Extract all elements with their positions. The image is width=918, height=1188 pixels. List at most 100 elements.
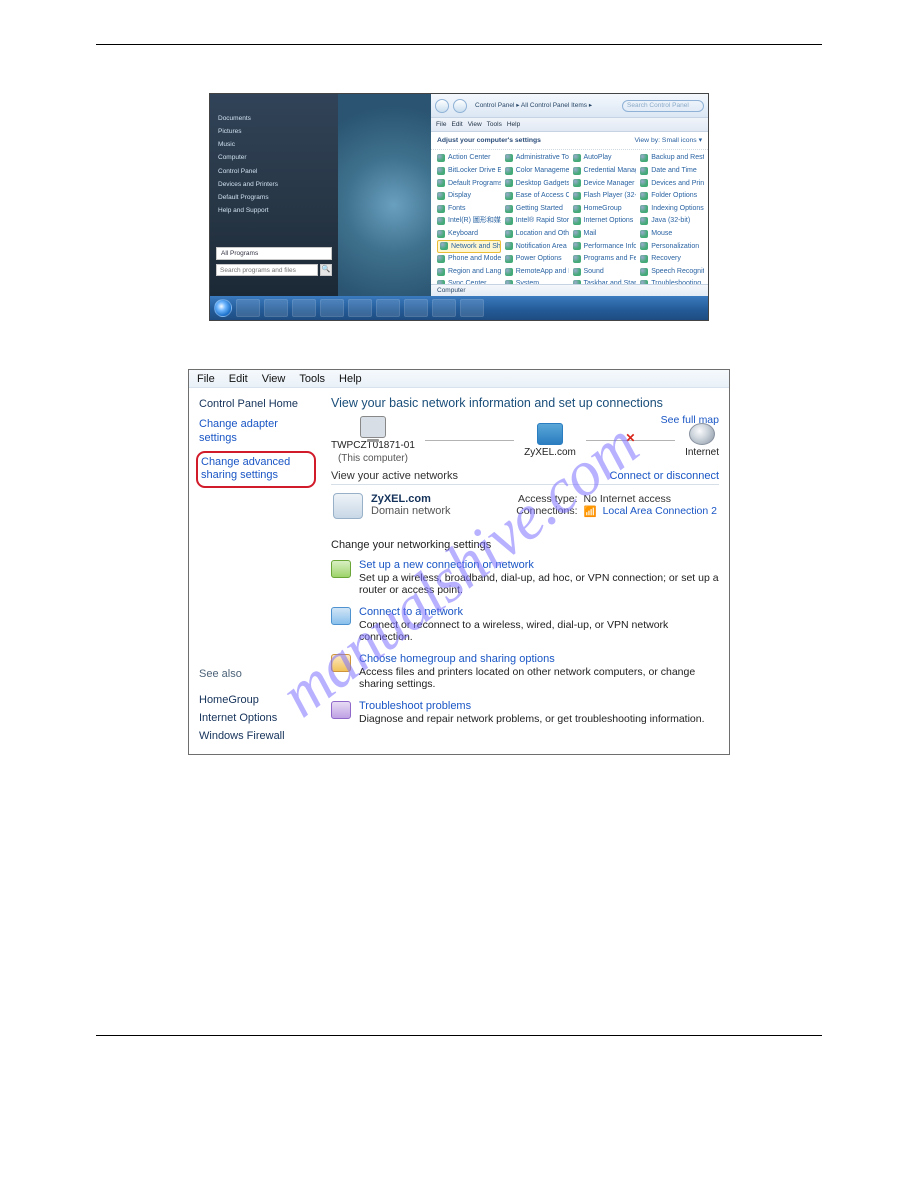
see-also-internet-options[interactable]: Internet Options	[199, 712, 313, 724]
control-panel-item[interactable]: Administrative Tools	[505, 152, 569, 165]
see-also-homegroup[interactable]: HomeGroup	[199, 694, 313, 706]
control-panel-item[interactable]: Desktop Gadgets	[505, 177, 569, 190]
cp-item-icon	[573, 268, 581, 276]
control-panel-home-link[interactable]: Control Panel Home	[199, 398, 313, 410]
networking-option-item[interactable]: Set up a new connection or networkSet up…	[331, 559, 719, 596]
control-panel-item[interactable]: Intel® Rapid Storage Technology	[505, 215, 569, 228]
taskbar-pin[interactable]	[236, 299, 260, 317]
control-panel-item[interactable]: Network and Sharing Center	[437, 240, 501, 253]
taskbar-pin[interactable]	[320, 299, 344, 317]
start-menu-item[interactable]: Devices and Printers	[216, 178, 332, 191]
see-also-windows-firewall[interactable]: Windows Firewall	[199, 730, 313, 742]
menu-item[interactable]: View	[262, 373, 286, 385]
cp-item-label: Internet Options	[584, 217, 634, 225]
menu-item[interactable]: Edit	[451, 121, 462, 128]
see-full-map-link[interactable]: See full map	[661, 414, 719, 426]
window-search-input[interactable]: Search Control Panel	[622, 100, 704, 112]
start-orb-icon[interactable]	[214, 299, 232, 317]
control-panel-item[interactable]: Speech Recognition	[640, 265, 704, 278]
menu-bar[interactable]: File Edit View Tools Help	[189, 370, 729, 388]
cp-item-label: Fonts	[448, 205, 466, 213]
menu-item[interactable]: Tools	[487, 121, 502, 128]
cp-item-label: Color Management	[516, 167, 569, 175]
start-menu-item[interactable]: Control Panel	[216, 165, 332, 178]
control-panel-item[interactable]: Phone and Modem	[437, 253, 501, 266]
control-panel-item[interactable]: Backup and Restore	[640, 152, 704, 165]
control-panel-item[interactable]: Programs and Features	[573, 253, 637, 266]
menu-item[interactable]: Edit	[229, 373, 248, 385]
menu-item[interactable]: Help	[507, 121, 520, 128]
networking-option-item[interactable]: Choose homegroup and sharing optionsAcce…	[331, 653, 719, 690]
connection-link[interactable]: Local Area Connection 2	[603, 505, 717, 518]
breadcrumb[interactable]: Control Panel ▸ All Control Panel Items …	[471, 102, 618, 109]
taskbar-pin[interactable]	[348, 299, 372, 317]
start-menu-item[interactable]: Documents	[216, 112, 332, 125]
control-panel-item[interactable]: Location and Other Sensors	[505, 228, 569, 241]
view-by-dropdown[interactable]: View by: Small icons ▾	[634, 137, 702, 144]
change-adapter-settings-link[interactable]: Change adapter settings	[199, 418, 313, 446]
control-panel-item[interactable]: Flash Player (32-bit)	[573, 190, 637, 203]
control-panel-item[interactable]: Getting Started	[505, 202, 569, 215]
control-panel-item[interactable]: Ease of Access Center	[505, 190, 569, 203]
taskbar-pin[interactable]	[376, 299, 400, 317]
cp-item-label: RemoteApp and Desktop Connections	[516, 268, 569, 276]
nav-forward-button[interactable]	[453, 99, 467, 113]
cp-item-icon	[505, 154, 513, 162]
control-panel-item[interactable]: Fonts	[437, 202, 501, 215]
control-panel-item[interactable]: Notification Area Icons	[505, 240, 569, 253]
control-panel-item[interactable]: Indexing Options	[640, 202, 704, 215]
control-panel-item[interactable]: Personalization	[640, 240, 704, 253]
control-panel-item[interactable]: Credential Manager	[573, 165, 637, 178]
menu-item[interactable]: File	[197, 373, 215, 385]
control-panel-item[interactable]: Power Options	[505, 253, 569, 266]
menu-item[interactable]: Help	[339, 373, 362, 385]
control-panel-item[interactable]: Mail	[573, 228, 637, 241]
control-panel-item[interactable]: RemoteApp and Desktop Connections	[505, 265, 569, 278]
control-panel-item[interactable]: Recovery	[640, 253, 704, 266]
start-menu-item[interactable]: Help and Support	[216, 204, 332, 217]
connect-disconnect-link[interactable]: Connect or disconnect	[610, 470, 719, 482]
start-menu-item[interactable]: Music	[216, 138, 332, 151]
control-panel-item[interactable]: Folder Options	[640, 190, 704, 203]
cp-item-label: Backup and Restore	[651, 154, 704, 162]
control-panel-item[interactable]: HomeGroup	[573, 202, 637, 215]
taskbar-pin[interactable]	[460, 299, 484, 317]
menu-item[interactable]: File	[436, 121, 446, 128]
control-panel-item[interactable]: AutoPlay	[573, 152, 637, 165]
control-panel-item[interactable]: Default Programs	[437, 177, 501, 190]
networking-option-item[interactable]: Troubleshoot problemsDiagnose and repair…	[331, 700, 719, 725]
start-menu-item[interactable]: Pictures	[216, 125, 332, 138]
control-panel-item[interactable]: Display	[437, 190, 501, 203]
start-menu-item[interactable]: Default Programs	[216, 191, 332, 204]
control-panel-window: Control Panel ▸ All Control Panel Items …	[431, 94, 708, 296]
control-panel-item[interactable]: Intel(R) 圖形和媒體	[437, 215, 501, 228]
networking-option-item[interactable]: Connect to a networkConnect or reconnect…	[331, 606, 719, 643]
nav-back-button[interactable]	[435, 99, 449, 113]
menu-item[interactable]: View	[468, 121, 482, 128]
taskbar-pin[interactable]	[432, 299, 456, 317]
start-search-go[interactable]: 🔍	[320, 264, 332, 276]
control-panel-item[interactable]: Mouse	[640, 228, 704, 241]
change-advanced-sharing-link[interactable]: Change advanced sharing settings	[201, 456, 311, 484]
control-panel-item[interactable]: Keyboard	[437, 228, 501, 241]
taskbar[interactable]	[210, 296, 708, 320]
control-panel-item[interactable]: BitLocker Drive Encryption	[437, 165, 501, 178]
control-panel-item[interactable]: Devices and Printers	[640, 177, 704, 190]
control-panel-item[interactable]: Java (32-bit)	[640, 215, 704, 228]
start-menu-item[interactable]: Computer	[216, 151, 332, 164]
taskbar-pin[interactable]	[264, 299, 288, 317]
control-panel-item[interactable]: Performance Information and Tools	[573, 240, 637, 253]
control-panel-item[interactable]: Date and Time	[640, 165, 704, 178]
control-panel-item[interactable]: Color Management	[505, 165, 569, 178]
control-panel-item[interactable]: Region and Language	[437, 265, 501, 278]
all-programs[interactable]: All Programs	[216, 247, 332, 260]
taskbar-pin[interactable]	[404, 299, 428, 317]
menu-item[interactable]: Tools	[299, 373, 325, 385]
taskbar-pin[interactable]	[292, 299, 316, 317]
control-panel-item[interactable]: Device Manager	[573, 177, 637, 190]
start-search-input[interactable]	[216, 264, 318, 276]
control-panel-item[interactable]: Sound	[573, 265, 637, 278]
control-panel-item[interactable]: Action Center	[437, 152, 501, 165]
control-panel-item[interactable]: Internet Options	[573, 215, 637, 228]
menu-bar[interactable]: File Edit View Tools Help	[431, 118, 708, 132]
